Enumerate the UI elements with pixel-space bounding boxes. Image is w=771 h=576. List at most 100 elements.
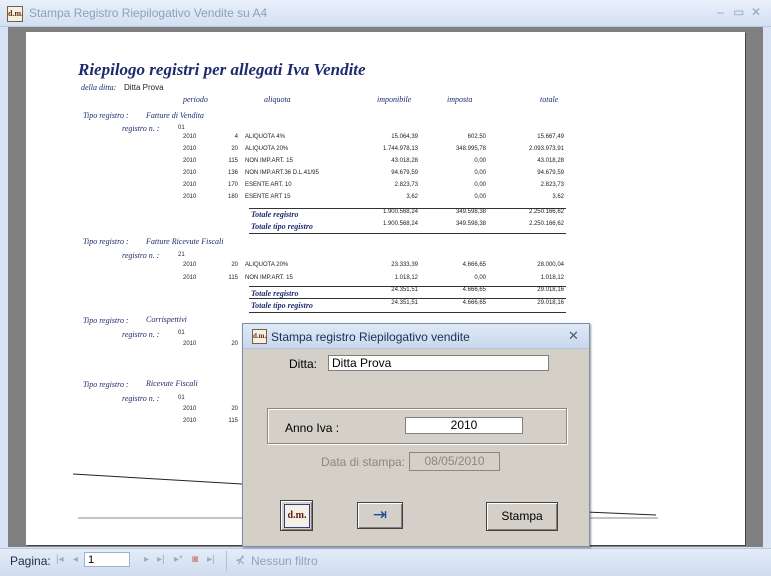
restore-icon[interactable]: ▭ bbox=[733, 5, 744, 19]
new-record-icon[interactable]: ▸* bbox=[174, 554, 183, 565]
close-icon[interactable]: ✕ bbox=[568, 328, 579, 344]
row-totale: 94.679,59 bbox=[537, 170, 564, 176]
page-label: Pagina: bbox=[10, 554, 51, 568]
header-imposta: imposta bbox=[447, 95, 473, 104]
table-row: 2010 170 ESENTE ART. 10 2.823,73 0,00 2.… bbox=[26, 182, 745, 194]
row-aliquota: ALIQUOTA 20% bbox=[245, 146, 289, 152]
stampa-button[interactable]: Stampa bbox=[486, 502, 558, 531]
row-imposta: 0,00 bbox=[474, 182, 486, 188]
next-page-icon[interactable]: ▸ bbox=[144, 554, 149, 565]
row-cod: 180 bbox=[227, 194, 238, 200]
registro-value: 21 bbox=[178, 252, 185, 258]
divider bbox=[249, 233, 566, 234]
tot-tipo-totale: 29.018,16 bbox=[537, 300, 564, 306]
dialog-titlebar[interactable]: d.m. Stampa registro Riepilogativo vendi… bbox=[243, 324, 589, 349]
data-stampa-label: Data di stampa: bbox=[321, 455, 406, 469]
tot-tipo-imposta: 349.598,38 bbox=[455, 221, 486, 227]
page-number-input[interactable]: 1 bbox=[84, 552, 130, 567]
row-cod: 115 bbox=[228, 418, 238, 424]
tot-tipo-imponibile: 24.351,51 bbox=[391, 300, 418, 306]
row-totale: 3,62 bbox=[552, 194, 564, 200]
row-cod: 20 bbox=[231, 146, 238, 152]
row-aliquota: NON IMP.ART. 15 bbox=[245, 275, 293, 281]
app-logo-icon: d.m. bbox=[252, 329, 267, 344]
registro-label: registro n. : bbox=[122, 251, 160, 260]
ditta-label: della ditta: bbox=[81, 83, 117, 92]
registro-label: registro n. : bbox=[122, 394, 160, 403]
header-periodo: periodo bbox=[183, 95, 208, 104]
registro-label: registro n. : bbox=[122, 330, 160, 339]
row-imponibile: 94.679,59 bbox=[391, 170, 418, 176]
separator bbox=[226, 551, 227, 571]
row-anno: 2010 bbox=[183, 418, 197, 424]
logo-button[interactable]: d.m. bbox=[280, 500, 313, 531]
row-aliquota: NON IMP.ART. 15 bbox=[245, 158, 293, 164]
filter-icon: ⊀ bbox=[235, 553, 246, 567]
anno-iva-field[interactable]: 2010 bbox=[405, 417, 523, 434]
totale-tipo-label: Totale tipo registro bbox=[251, 301, 313, 310]
tot-tipo-imposta: 4.666,65 bbox=[462, 300, 486, 306]
row-cod: 20 bbox=[231, 406, 238, 412]
row-totale: 43.018,28 bbox=[537, 158, 564, 164]
row-cod: 20 bbox=[231, 262, 238, 268]
close-icon[interactable]: ✕ bbox=[751, 5, 761, 19]
data-stampa-field: 08/05/2010 bbox=[409, 452, 500, 471]
row-anno: 2010 bbox=[183, 134, 197, 140]
logo-icon: d.m. bbox=[284, 504, 310, 528]
row-totale: 15.667,49 bbox=[537, 134, 564, 140]
end-record-icon[interactable]: ▸| bbox=[207, 554, 215, 565]
totale-tipo-label: Totale tipo registro bbox=[251, 222, 313, 231]
tot-tipo-imponibile: 1.900.568,24 bbox=[382, 221, 418, 227]
exit-button[interactable]: ⇥ bbox=[357, 502, 403, 529]
row-anno: 2010 bbox=[183, 341, 197, 347]
tot-reg-imponibile: 1.900.568,24 bbox=[382, 209, 418, 215]
registro-value: 01 bbox=[178, 330, 185, 336]
row-cod: 20 bbox=[231, 341, 238, 347]
row-aliquota: NON IMP.ART.36 D.L.41/95 bbox=[245, 170, 319, 176]
minimize-icon[interactable]: – bbox=[717, 5, 724, 19]
exit-door-icon: ⇥ bbox=[372, 505, 388, 524]
row-anno: 2010 bbox=[183, 406, 197, 412]
row-imposta: 602,50 bbox=[467, 134, 486, 140]
row-totale: 2.093.973,91 bbox=[528, 146, 564, 152]
row-imponibile: 2.823,73 bbox=[394, 182, 418, 188]
row-totale: 1.018,12 bbox=[540, 275, 564, 281]
filter-status[interactable]: Nessun filtro bbox=[251, 554, 318, 568]
row-anno: 2010 bbox=[183, 275, 197, 281]
delete-record-icon[interactable]: ◙ bbox=[192, 554, 198, 565]
registro-value: 01 bbox=[178, 125, 185, 131]
ditta-label: Ditta: bbox=[289, 357, 318, 371]
row-aliquota: ALIQUOTA 4% bbox=[245, 134, 285, 140]
last-page-icon[interactable]: ▸| bbox=[157, 554, 165, 565]
table-row: 2010 20 ALIQUOTA 20% 23.333,39 4.666,65 … bbox=[26, 262, 745, 274]
row-imposta: 4.666,65 bbox=[462, 262, 486, 268]
app-logo-icon: d.m. bbox=[7, 6, 23, 22]
ditta-value: Ditta Prova bbox=[124, 83, 164, 92]
row-totale: 2.823,73 bbox=[540, 182, 564, 188]
ditta-field[interactable]: Ditta Prova bbox=[328, 355, 549, 371]
row-anno: 2010 bbox=[183, 158, 197, 164]
row-cod: 136 bbox=[227, 170, 238, 176]
row-imposta: 0,00 bbox=[474, 158, 486, 164]
table-row: 2010 115 NON IMP.ART. 15 43.018,28 0,00 … bbox=[26, 158, 745, 170]
print-dialog: d.m. Stampa registro Riepilogativo vendi… bbox=[242, 323, 590, 547]
tipo-registro-label: Tipo registro : bbox=[83, 237, 129, 246]
table-row: 2010 136 NON IMP.ART.36 D.L.41/95 94.679… bbox=[26, 170, 745, 182]
row-anno: 2010 bbox=[183, 146, 197, 152]
prev-page-icon[interactable]: ◂ bbox=[73, 554, 78, 565]
window-title: Stampa Registro Riepilogativo Vendite su… bbox=[29, 6, 268, 20]
tipo-registro-label: Tipo registro : bbox=[83, 380, 129, 389]
dialog-title: Stampa registro Riepilogativo vendite bbox=[271, 330, 470, 344]
row-imponibile: 1.018,12 bbox=[394, 275, 418, 281]
row-imponibile: 15.064,39 bbox=[391, 134, 418, 140]
row-cod: 115 bbox=[228, 158, 238, 164]
window-titlebar[interactable]: d.m. Stampa Registro Riepilogativo Vendi… bbox=[0, 0, 771, 27]
row-anno: 2010 bbox=[183, 170, 197, 176]
first-page-icon[interactable]: |◂ bbox=[56, 554, 64, 565]
divider bbox=[249, 298, 566, 299]
tipo-registro-label: Tipo registro : bbox=[83, 316, 129, 325]
row-cod: 115 bbox=[228, 275, 238, 281]
row-anno: 2010 bbox=[183, 182, 197, 188]
anno-iva-label: Anno Iva : bbox=[285, 421, 340, 435]
row-imponibile: 23.333,39 bbox=[391, 262, 418, 268]
